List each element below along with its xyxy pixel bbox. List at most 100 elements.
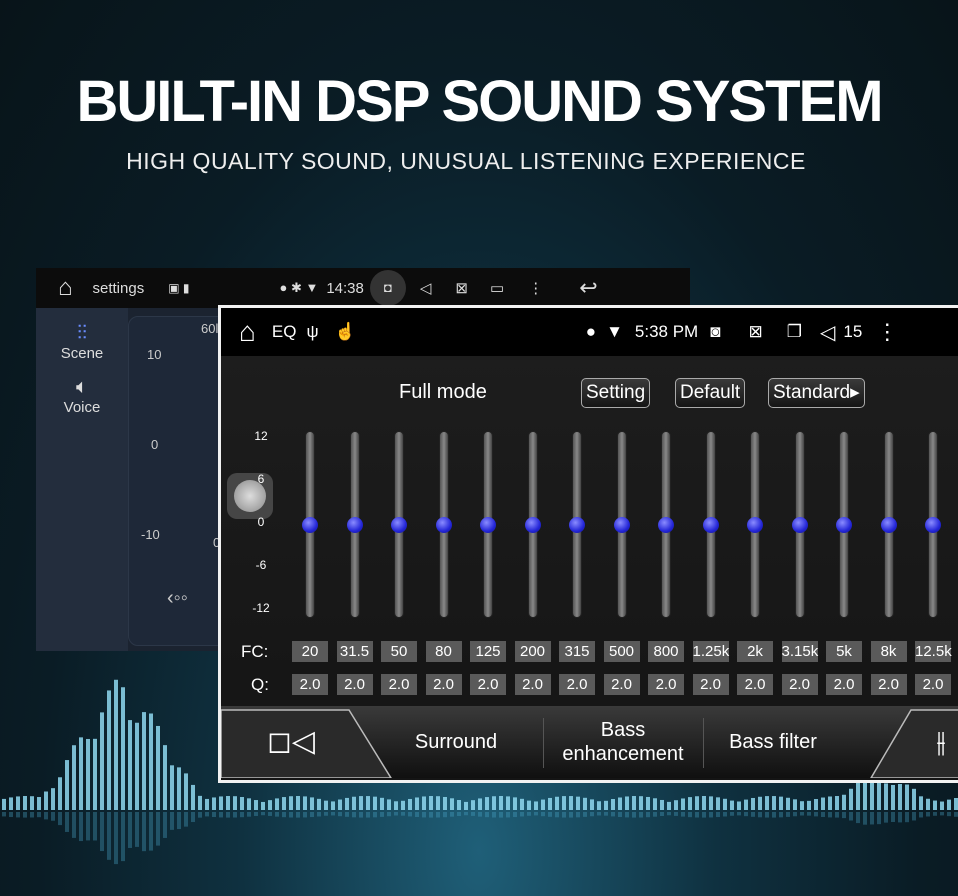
fc-value[interactable]: 12.5k [915,641,952,662]
fc-value[interactable]: 200 [514,641,551,662]
fc-value[interactable]: 800 [648,641,684,662]
q-value[interactable]: 2.0 [336,674,373,695]
tab-bass-filter[interactable]: Bass filter [703,706,843,778]
camera-icon[interactable]: ◘ [369,270,406,306]
q-value[interactable]: 2.0 [826,674,862,695]
menu-icon[interactable]: ⋮ [876,319,898,345]
eq-slider-knob[interactable] [880,516,897,533]
menu-icon[interactable]: ⋮ [528,279,543,297]
wave-reflection [30,812,34,818]
tab-equalizer[interactable]: ⫲ [921,706,958,778]
wave-reflection [555,812,559,818]
fc-value[interactable]: 20 [292,641,328,662]
wave-reflection [695,812,699,818]
wave-reflection [898,812,902,823]
wave-reflection [226,812,230,818]
wave-bar [219,796,223,810]
wave-reflection [842,812,846,819]
q-value[interactable]: 2.0 [514,674,551,695]
q-value[interactable]: 2.0 [781,674,818,695]
home-icon[interactable]: ⌂ [58,274,73,302]
close-window-icon[interactable]: ⊠ [748,322,762,342]
eq-slider-knob[interactable] [391,516,407,533]
eq-slider-knob[interactable] [346,516,363,533]
wave-reflection [254,812,258,816]
recent-apps-icon[interactable]: ❐ [787,322,802,342]
wave-reflection [709,812,713,818]
q-value[interactable]: 2.0 [559,674,595,695]
wave-bar [177,767,181,810]
wave-bar [408,798,412,810]
q-value[interactable]: 2.0 [737,674,773,695]
tab-surround[interactable]: Surround [391,706,521,778]
fc-value[interactable]: 3.15k [781,641,818,662]
back-icon[interactable]: ↩ [579,275,597,301]
eq-slider-knob[interactable] [524,516,541,533]
tab-bass-enhancement[interactable]: Bass enhancement [543,706,703,778]
sidebar-item-voice[interactable]: 🔈︎ Voice [36,376,128,416]
recent-apps-icon[interactable]: ▭ [490,279,504,297]
speaker-icon: ◻◁ [267,725,315,758]
wave-bar [478,798,482,810]
wave-reflection [2,812,6,817]
tab-label: Bass [600,719,646,741]
fc-value[interactable]: 315 [559,641,595,662]
wave-bar [191,784,195,810]
fc-value[interactable]: 5k [826,641,862,662]
wave-bar [618,797,622,810]
fc-value[interactable]: 125 [470,641,506,662]
eq-slider-knob[interactable] [435,516,452,533]
wave-bar [884,783,888,810]
q-value[interactable]: 2.0 [603,674,640,695]
wave-reflection [919,812,923,818]
eq-slider-knob[interactable] [747,516,763,533]
close-window-icon[interactable]: ⊠ [455,279,468,297]
wave-bar [240,797,244,810]
home-icon[interactable]: ⌂ [239,316,256,348]
q-value[interactable]: 2.0 [692,674,729,695]
standard-button[interactable]: Standard▸ [768,378,865,408]
eq-slider-knob[interactable] [702,516,719,533]
volume-icon[interactable]: ◁ [820,320,835,345]
fc-value[interactable]: 1.25k [692,641,729,662]
eq-slider-knob[interactable] [480,516,496,533]
eq-slider-knob[interactable] [836,516,852,533]
wave-reflection [177,812,181,830]
wave-bar [814,799,818,810]
q-value[interactable]: 2.0 [381,674,417,695]
wave-bar [296,796,300,810]
eq-slider-knob[interactable] [569,516,585,533]
setting-button[interactable]: Setting [581,378,651,408]
fc-value[interactable]: 500 [603,641,640,662]
wave-bar [436,796,440,810]
fc-value[interactable]: 80 [425,641,462,662]
eq-slider-knob[interactable] [925,516,941,533]
fc-value[interactable]: 50 [381,641,417,662]
default-button[interactable]: Default [675,378,746,408]
camera-icon[interactable]: ◙ [710,322,720,342]
volume-icon[interactable]: ◁ [420,279,432,297]
eq-slider-knob[interactable] [613,516,630,533]
wave-bar [373,796,377,810]
fc-value[interactable]: 2k [737,641,773,662]
fc-value[interactable]: 8k [870,641,907,662]
fc-value[interactable]: 31.5 [336,641,373,662]
scroll-left-icon[interactable]: ‹◦◦ [167,587,188,610]
wave-bar [485,797,489,810]
wave-reflection [163,812,167,838]
speaker-settings-tab[interactable]: ◻◁ [251,706,331,778]
q-value[interactable]: 2.0 [915,674,951,695]
q-value[interactable]: 2.0 [292,674,328,695]
q-value[interactable]: 2.0 [870,674,907,695]
wave-reflection [485,812,489,818]
status-bar: ⌂ EQ ψ ☝ ● ▼ 5:38 PM ◙ ⊠ ❐ ◁ 15 ⋮ [221,308,958,356]
wave-bar [114,679,118,810]
wave-reflection [499,812,503,818]
eq-slider-knob[interactable] [302,516,318,533]
q-value[interactable]: 2.0 [425,674,462,695]
sidebar-item-scene[interactable]: ⫶⫶ Scene [36,322,128,362]
eq-slider-knob[interactable] [658,516,674,533]
q-value[interactable]: 2.0 [470,674,506,695]
eq-slider-knob[interactable] [791,516,808,533]
q-value[interactable]: 2.0 [648,674,684,695]
